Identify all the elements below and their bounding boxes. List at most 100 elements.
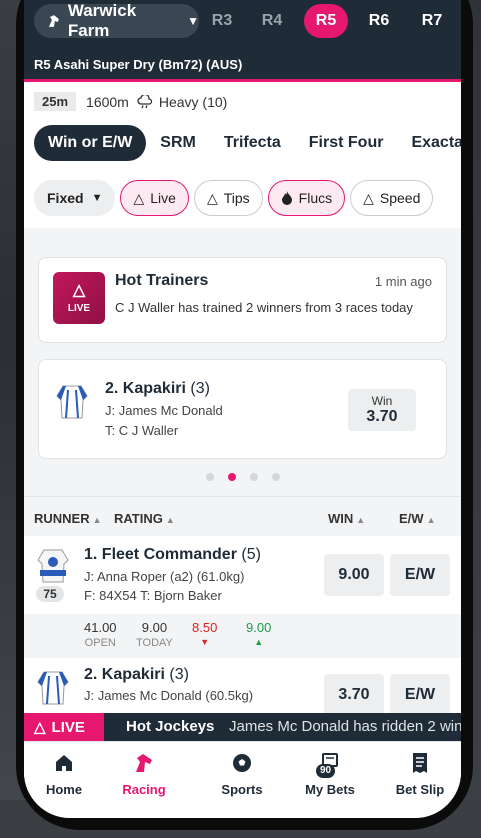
column-label: RUNNER <box>34 511 90 526</box>
live-tile: △ LIVE <box>53 272 105 324</box>
sort-rating[interactable]: RATING ▲ <box>114 511 175 526</box>
flucs-row: 41.00 OPEN 9.00 TODAY 8.50 ▼ 9.00 ▲ <box>24 614 461 658</box>
runner-number-name: 1. Fleet Commander <box>84 546 237 563</box>
nav-home[interactable]: Home <box>24 750 104 797</box>
nav-racing[interactable]: Racing <box>104 750 184 797</box>
fluc-value: 8.50 <box>192 620 218 635</box>
win-odds-button[interactable]: 9.00 <box>324 554 384 596</box>
fixed-dropdown[interactable]: Fixed ▼ <box>34 180 116 216</box>
sort-runner[interactable]: RUNNER ▲ <box>34 511 102 526</box>
tab-trifecta[interactable]: Trifecta <box>210 125 295 161</box>
win-odds: 3.70 <box>366 408 398 425</box>
runner-jockey: J: James Mc Donald (60.5kg) <box>84 688 254 703</box>
win-label: Win <box>371 394 393 408</box>
caret-down-icon: ▼ <box>91 192 103 204</box>
race-tab-r6[interactable]: R6 <box>357 4 401 38</box>
jockey-silks-icon <box>56 385 88 419</box>
chip-tips[interactable]: △ Tips <box>193 180 263 216</box>
chip-label: Live <box>150 190 176 206</box>
carousel-dot-active[interactable] <box>227 473 236 481</box>
distance-badge: 25m <box>34 92 77 111</box>
triangle-icon: △ <box>72 281 86 299</box>
sort-ew[interactable]: E/W ▲ <box>399 511 435 526</box>
home-icon <box>56 755 72 771</box>
spotlight-runner-name: 2. Kapakiri (3) <box>105 380 210 398</box>
race-tab-r3[interactable]: R3 <box>200 4 244 38</box>
chip-flucs[interactable]: Flucs <box>267 180 346 216</box>
spotlight-trainer: T: C J Waller <box>105 423 179 438</box>
tab-srm[interactable]: SRM <box>146 125 210 161</box>
hot-card-title: Hot Trainers <box>115 272 209 289</box>
nav-my-bets[interactable]: 90 My Bets <box>290 750 370 797</box>
fluc-value: 41.00 <box>84 620 117 635</box>
bet-type-tabs: Win or E/W SRM Trifecta First Four Exact… <box>34 125 461 161</box>
chip-label: Speed <box>379 190 421 206</box>
race-distance: 1600m <box>86 93 129 110</box>
bottom-nav: Home Racing Sports 90 My Bets Bet Slip <box>24 741 461 818</box>
column-label: WIN <box>328 511 354 526</box>
race-name: R5 Asahi Super Dry (Bm72) (AUS) <box>34 57 243 72</box>
triangle-icon: △ <box>363 189 374 206</box>
triangle-icon: △ <box>34 719 46 736</box>
table-row[interactable]: 2. Kapakiri (3) J: James Mc Donald (60.5… <box>24 658 461 718</box>
meeting-name: Warwick Farm <box>67 1 137 40</box>
nav-sports[interactable]: Sports <box>202 750 282 797</box>
hot-card-time: 1 min ago <box>374 274 432 289</box>
race-tab-r7[interactable]: R7 <box>410 4 454 38</box>
spotlight-win-button[interactable]: Win 3.70 <box>348 389 416 431</box>
rating-badge: 75 <box>36 586 64 602</box>
hot-card-text: C J Waller has trained 2 winners from 3 … <box>115 300 413 315</box>
spotlight-jockey: J: James Mc Donald <box>105 403 223 418</box>
fluc-value: 9.00 <box>141 620 168 635</box>
fluc-up: 9.00 ▲ <box>246 620 271 647</box>
carousel-dot[interactable] <box>249 473 258 481</box>
win-odds-button[interactable]: 3.70 <box>324 674 384 716</box>
column-label: RATING <box>114 511 163 526</box>
tab-exacta[interactable]: Exacta <box>397 125 461 161</box>
flame-icon <box>281 191 292 205</box>
carousel-dot[interactable] <box>205 473 214 481</box>
fluc-label: OPEN <box>84 637 116 649</box>
meeting-selector[interactable]: Warwick Farm ▼ <box>34 1 199 40</box>
runner-jockey: J: Anna Roper (a2) (61.0kg) <box>84 569 245 584</box>
sort-icon: ▲ <box>165 515 175 525</box>
sort-win[interactable]: WIN ▲ <box>328 511 365 526</box>
runner-spotlight-card[interactable]: 2. Kapakiri (3) J: James Mc Donald T: C … <box>38 359 447 459</box>
fixed-label: Fixed <box>47 190 84 206</box>
ew-button[interactable]: E/W <box>390 554 450 596</box>
bet-count-badge: 90 <box>316 764 336 778</box>
column-label: E/W <box>399 511 424 526</box>
horse-icon <box>136 754 152 772</box>
race-tab-r4[interactable]: R4 <box>250 4 294 38</box>
race-tab-label: R5 <box>315 12 337 29</box>
hot-trainers-card[interactable]: △ LIVE Hot Trainers 1 min ago C J Waller… <box>38 257 447 343</box>
race-tab-r5[interactable]: R5 <box>304 4 348 38</box>
table-row[interactable]: 75 1. Fleet Commander (5) J: Anna Roper … <box>24 536 461 614</box>
fluc-value: 9.00 <box>246 620 272 635</box>
nav-bet-slip[interactable]: Bet Slip <box>380 750 460 797</box>
runners-table-header: RUNNER ▲ RATING ▲ WIN ▲ E/W ▲ <box>24 496 461 536</box>
live-ticker[interactable]: △ LIVE Hot Jockeys James Mc Donald has r… <box>24 713 461 741</box>
sort-up-icon: ▲ <box>92 515 102 525</box>
triangle-icon: △ <box>133 189 145 206</box>
runner-barrier: (5) <box>241 546 261 563</box>
tab-win-or-ew[interactable]: Win or E/W <box>34 125 147 161</box>
chip-label: Flucs <box>298 190 333 206</box>
ew-button[interactable]: E/W <box>390 674 450 716</box>
chip-live[interactable]: △ Live <box>120 180 189 216</box>
race-tab-label: R6 <box>368 12 390 29</box>
nav-label: Home <box>45 782 83 797</box>
carousel-dot[interactable] <box>271 473 280 481</box>
sort-icon: ▲ <box>426 515 436 525</box>
ticker-live-label: LIVE <box>51 718 85 736</box>
arrow-up-icon: ▲ <box>254 637 264 647</box>
app-screen: Warwick Farm ▼ R3 R4 R5 R6 R7 R5 Asahi S… <box>24 0 461 818</box>
runner-number-name: 2. Kapakiri <box>84 666 165 683</box>
runner-barrier: (3) <box>169 666 189 683</box>
runner-form-trainer: F: 84X54 T: Bjorn Baker <box>84 588 222 603</box>
chip-speed[interactable]: △ Speed <box>350 180 434 216</box>
ticker-text: James Mc Donald has ridden 2 winners fro… <box>229 718 461 735</box>
runner-barrier: (3) <box>190 380 210 397</box>
fluc-today: 9.00 TODAY <box>136 620 173 649</box>
tab-first-four[interactable]: First Four <box>295 125 398 161</box>
